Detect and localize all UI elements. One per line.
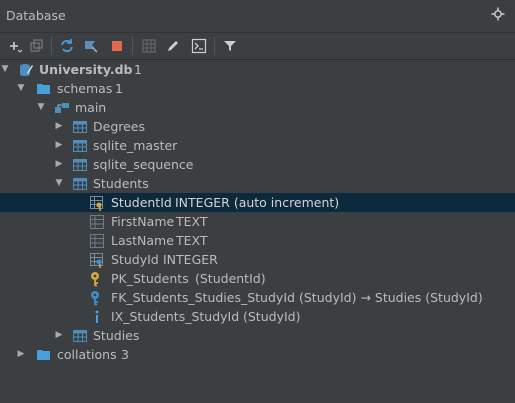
expand-arrow-icon[interactable]: ▼ [0, 60, 10, 79]
schemas-count: 1 [115, 81, 123, 96]
tree-node-column[interactable]: FirstName TEXT [0, 212, 515, 231]
tree-node-column[interactable]: StudyId INTEGER [0, 250, 515, 269]
column-name: FirstName [111, 214, 175, 229]
column-type: TEXT [176, 233, 208, 248]
table-label: sqlite_sequence [93, 157, 194, 172]
index-columns: (StudyId) [243, 309, 301, 324]
column-type: INTEGER [163, 252, 218, 267]
add-icon[interactable] [6, 37, 24, 55]
tree-node-database[interactable]: ▼ University.db 1 [0, 60, 515, 79]
tree-node-schema-main[interactable]: ▼ main [0, 98, 515, 117]
database-label: University.db [39, 62, 133, 77]
tree-node-collations[interactable]: ▶ collations 3 [0, 345, 515, 364]
toolbar-separator [214, 37, 215, 55]
column-type: INTEGER (auto increment) [175, 195, 340, 210]
console-icon[interactable] [190, 37, 208, 55]
panel-title: Database [6, 8, 66, 23]
tree-node-table-students[interactable]: ▼ Students [0, 174, 515, 193]
refresh-icon[interactable] [58, 37, 76, 55]
tree-node-foreign-key[interactable]: FK_Students_Studies_StudyId (StudyId) → … [0, 288, 515, 307]
database-tree: ▼ University.db 1 ▼ schemas 1 ▼ main ▶ D… [0, 60, 515, 403]
edit-icon[interactable] [164, 37, 182, 55]
column-type: TEXT [176, 214, 208, 229]
toolbar-separator [51, 37, 52, 55]
collapsed-arrow-icon[interactable]: ▶ [54, 326, 64, 345]
column-name: StudentId [111, 195, 172, 210]
collations-label: collations [57, 347, 117, 362]
table-icon[interactable] [140, 37, 158, 55]
schema-main-label: main [75, 100, 107, 115]
key-icon [89, 271, 105, 287]
stop-icon[interactable] [108, 37, 126, 55]
key-columns: (StudentId) [195, 271, 266, 286]
tree-node-schemas[interactable]: ▼ schemas 1 [0, 79, 515, 98]
tree-node-table[interactable]: ▶ sqlite_master [0, 136, 515, 155]
table-icon [72, 328, 88, 344]
collapsed-arrow-icon[interactable]: ▶ [54, 117, 64, 136]
table-label: sqlite_master [93, 138, 178, 153]
tree-node-table[interactable]: ▶ Studies [0, 326, 515, 345]
folder-icon [36, 81, 52, 97]
table-icon [72, 157, 88, 173]
foreign-key-icon [89, 290, 105, 306]
folder-icon [36, 347, 52, 363]
table-icon [72, 138, 88, 154]
database-icon [18, 62, 34, 78]
filter-icon[interactable] [221, 37, 239, 55]
collapsed-arrow-icon[interactable]: ▶ [54, 155, 64, 174]
foreign-key-column-icon [89, 252, 105, 268]
column-icon [89, 214, 105, 230]
table-icon [72, 176, 88, 192]
collapsed-arrow-icon[interactable]: ▶ [54, 136, 64, 155]
tree-node-table[interactable]: ▶ Degrees [0, 117, 515, 136]
panel-header: Database [0, 0, 515, 33]
database-count: 1 [134, 62, 142, 77]
column-name: StudyId [111, 252, 159, 267]
collapsed-arrow-icon[interactable]: ▶ [16, 345, 26, 364]
toolbar-separator [132, 37, 133, 55]
foreign-key-reference: (StudyId) → Studies (StudyId) [299, 290, 483, 305]
table-label: Students [93, 176, 149, 191]
foreign-key-name: FK_Students_Studies_StudyId [111, 290, 295, 305]
properties-icon[interactable] [82, 37, 100, 55]
index-name: IX_Students_StudyId [111, 309, 240, 324]
collations-count: 3 [121, 347, 129, 362]
settings-icon[interactable] [491, 7, 505, 21]
table-label: Degrees [93, 119, 146, 134]
expand-arrow-icon[interactable]: ▼ [16, 79, 26, 98]
tree-node-table[interactable]: ▶ sqlite_sequence [0, 155, 515, 174]
toolbar [0, 33, 515, 60]
schema-icon [54, 100, 70, 116]
expand-arrow-icon[interactable]: ▼ [54, 174, 64, 193]
tree-node-primary-key[interactable]: PK_Students (StudentId) [0, 269, 515, 288]
column-icon [89, 233, 105, 249]
expand-arrow-icon[interactable]: ▼ [36, 98, 46, 117]
schemas-label: schemas [57, 81, 113, 96]
table-label: Studies [93, 328, 140, 343]
tree-node-column[interactable]: StudentId INTEGER (auto increment) [0, 193, 515, 212]
duplicate-icon[interactable] [28, 37, 46, 55]
index-icon [89, 309, 105, 325]
tree-node-column[interactable]: LastName TEXT [0, 231, 515, 250]
key-name: PK_Students [111, 271, 189, 286]
tree-node-index[interactable]: IX_Students_StudyId (StudyId) [0, 307, 515, 326]
table-icon [72, 119, 88, 135]
column-name: LastName [111, 233, 174, 248]
primary-key-column-icon [89, 195, 105, 211]
